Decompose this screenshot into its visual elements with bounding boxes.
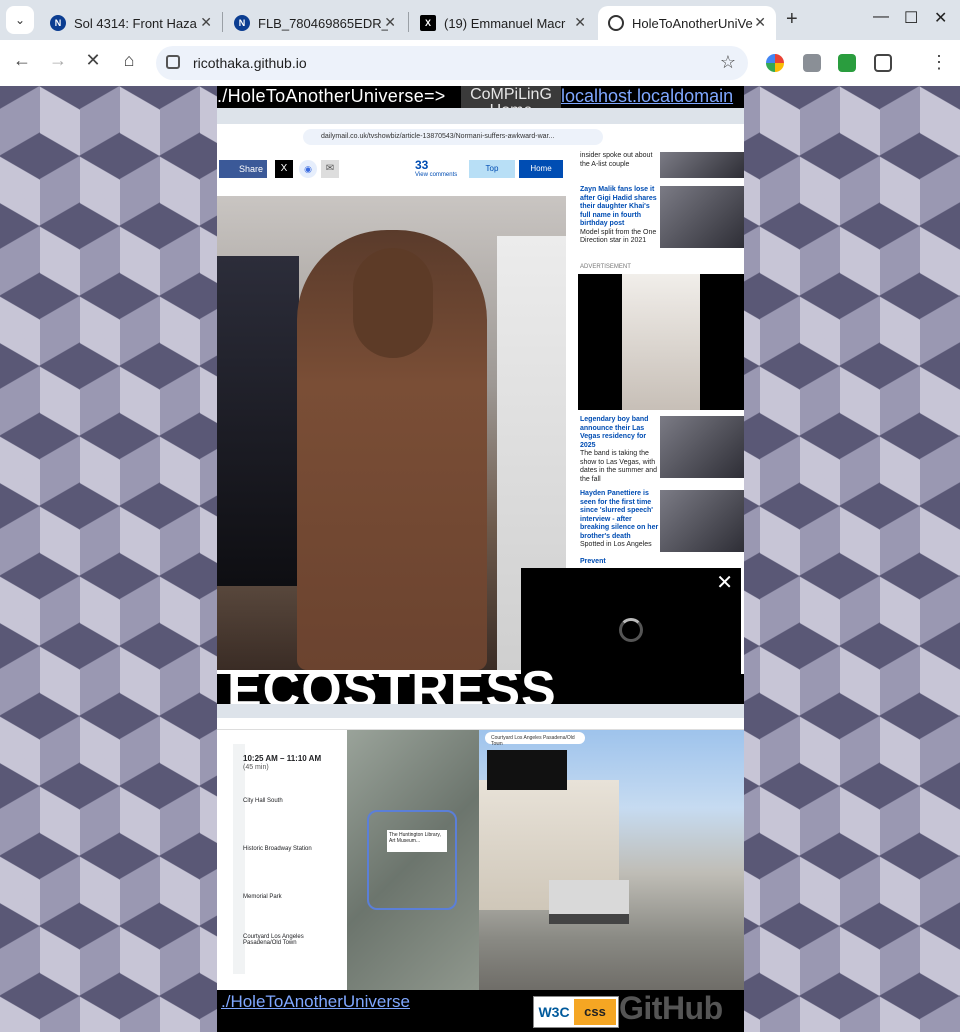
back-button[interactable]: ← [9,50,35,71]
embedded-tab-strip [217,108,744,124]
close-tab-icon[interactable]: ✕ [384,14,396,31]
forward-button[interactable]: → [45,50,71,71]
nasa-icon: N [50,15,66,31]
minimize-button[interactable]: — [873,8,889,26]
sidebar-item: insider spoke out about the A-list coupl… [578,152,744,180]
top-bar: ./HoleToAnotherUniverse=> CoMPiLinG Home… [217,86,744,120]
close-icon[interactable]: ✕ [716,570,733,595]
email-icon: ✉ [321,160,339,178]
advertisement [578,274,744,410]
advertisement-label: ADVERTISEMENT [580,264,631,270]
content-column: ./HoleToAnotherUniverse=> CoMPiLinG Home… [217,86,744,1032]
url-text[interactable]: ricothaka.github.io [193,55,307,71]
facebook-share-button: Share [219,160,267,178]
embedded-url: dailymail.co.uk/tvshowbiz/article-138705… [303,129,603,145]
tab-holetoanotheruniverse[interactable]: HoleToAnotherUniVe ✕ [598,6,776,40]
close-window-button[interactable]: ✕ [934,8,947,28]
route-stop: Historic Broadway Station [243,846,312,852]
site-info-icon[interactable] [166,55,180,69]
chevron-down-icon: ⌄ [14,13,26,27]
close-tab-icon[interactable]: ✕ [754,14,766,31]
route-stop: Memorial Park [243,894,282,900]
new-tab-button[interactable]: + [786,8,798,31]
maximize-button[interactable]: ☐ [904,8,918,28]
extension-icon[interactable] [766,54,784,72]
route-stop: City Hall South [243,798,283,804]
article-photo [217,196,566,670]
street-view: Courtyard Los Angeles Pasadena/Old Town [479,730,744,990]
address-bar[interactable]: ricothaka.github.io ☆ [156,46,748,80]
video-player[interactable]: ✕ [521,568,741,674]
github-logo[interactable]: GitHub [619,990,723,1027]
satellite-map: The Huntington Library, Art Museum... [347,730,479,990]
top-button: Top [469,160,515,178]
tab-flb[interactable]: N FLB_780469865EDR_ ✕ [224,6,406,40]
tab-search-button[interactable]: ⌄ [6,6,34,34]
extension-icon[interactable] [838,54,856,72]
route-stop: Courtyard Los Angeles Pasadena/Old Town [243,934,304,946]
home-button-embedded: Home [519,160,563,178]
github-icon [608,15,624,31]
x-icon: X [275,160,293,178]
place-info-card [487,750,567,790]
tab-sol[interactable]: N Sol 4314: Front Haza ✕ [40,6,222,40]
sidebar-item: Zayn Malik fans lose it after Gigi Hadid… [578,186,744,252]
directions-panel: 10:25 AM – 11:10 AM (45 min) City Hall S… [217,730,347,990]
loading-spinner-icon [619,618,643,642]
tab-separator [408,12,409,32]
tab-separator [222,12,223,32]
w3c-css-badge[interactable]: W3C css [533,996,619,1028]
comments-count: 33 View comments [415,158,458,178]
home-link[interactable]: ./HoleToAnotherUniverse=> [217,86,446,107]
extensions-puzzle-icon[interactable] [874,54,892,72]
browser-toolbar: ← → ✕ ⌂ ricothaka.github.io ☆ ⋮ [0,40,960,86]
menu-kebab-icon[interactable]: ⋮ [930,52,948,73]
footer-link[interactable]: ./HoleToAnotherUniverse [221,992,410,1012]
close-tab-icon[interactable]: ✕ [200,14,212,31]
embedded-toolbar: dailymail.co.uk/tvshowbiz/article-138705… [217,124,744,150]
messenger-icon: ◉ [299,160,317,178]
x-icon: X [420,15,436,31]
embedded-screenshot-dailymail: dailymail.co.uk/tvshowbiz/article-138705… [217,108,744,674]
stop-loading-button[interactable]: ✕ [80,50,106,71]
footer: ./HoleToAnotherUniverse W3C css GitHub [217,990,744,1032]
sidebar-item: Hayden Panettiere is seen for the first … [578,490,744,560]
extension-icon[interactable] [803,54,821,72]
page-background: ./HoleToAnotherUniverse=> CoMPiLinG Home… [0,86,960,1032]
tab-strip: ⌄ N Sol 4314: Front Haza ✕ N FLB_7804698… [0,0,960,40]
localhost-link[interactable]: localhost.localdomain [561,86,733,107]
bookmark-star-icon[interactable]: ☆ [720,52,736,73]
tab-x[interactable]: X (19) Emmanuel Macr ✕ [410,6,596,40]
embedded-screenshot-maps: 10:25 AM – 11:10 AM (45 min) City Hall S… [217,704,744,990]
close-tab-icon[interactable]: ✕ [574,14,586,31]
truck [549,880,629,924]
share-bar: Share X ◉ ✉ 33 View comments Top Home [217,156,566,184]
nasa-icon: N [234,15,250,31]
sidebar-item: Legendary boy band announce their Las Ve… [578,416,744,486]
home-button[interactable]: ⌂ [116,50,142,71]
